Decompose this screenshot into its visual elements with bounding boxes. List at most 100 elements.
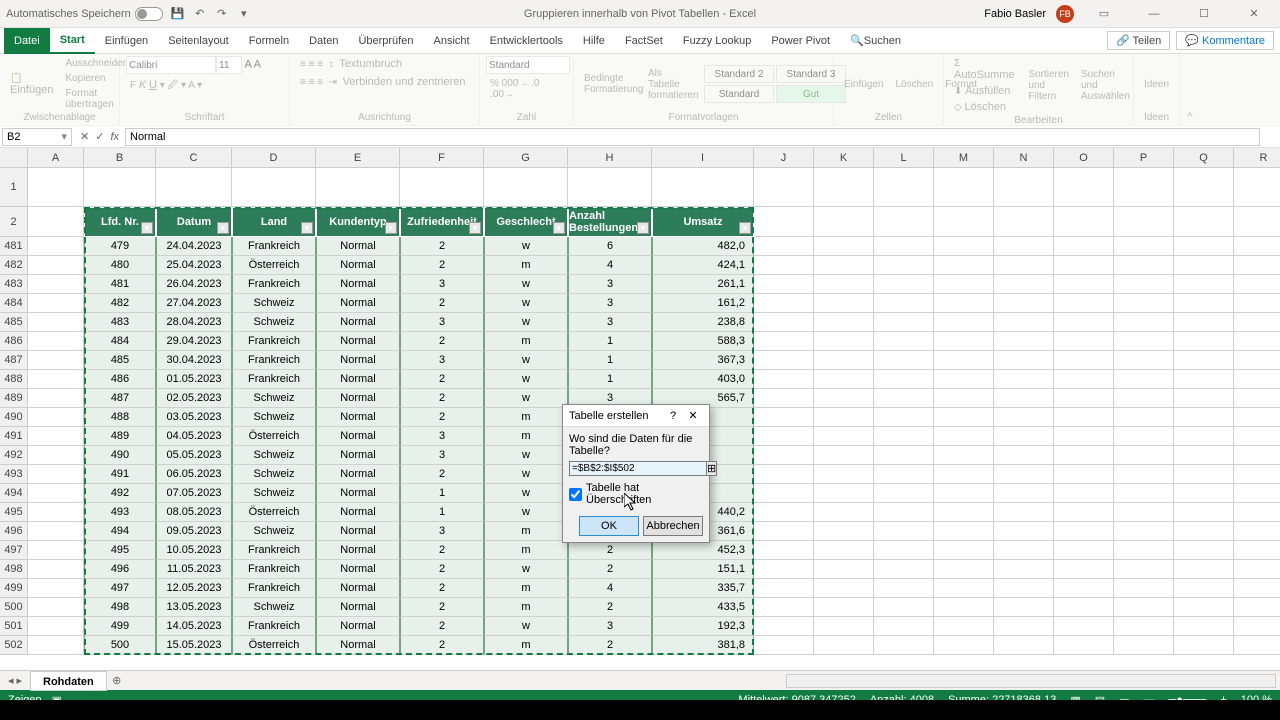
table-cell[interactable]: [28, 237, 84, 256]
tab-fuzzy[interactable]: Fuzzy Lookup: [673, 28, 761, 54]
table-cell[interactable]: [1054, 294, 1114, 313]
table-cell[interactable]: [874, 617, 934, 636]
table-cell[interactable]: [1054, 427, 1114, 446]
table-cell[interactable]: 02.05.2023: [156, 389, 232, 408]
table-cell[interactable]: [994, 370, 1054, 389]
table-cell[interactable]: [994, 408, 1054, 427]
table-cell[interactable]: 498: [84, 598, 156, 617]
table-cell[interactable]: [754, 484, 814, 503]
table-cell[interactable]: [1114, 313, 1174, 332]
table-cell[interactable]: [934, 389, 994, 408]
table-cell[interactable]: Normal: [316, 237, 400, 256]
table-cell[interactable]: [814, 313, 874, 332]
table-cell[interactable]: [28, 465, 84, 484]
col-header[interactable]: Q: [1174, 148, 1234, 168]
table-cell[interactable]: [1054, 617, 1114, 636]
table-cell[interactable]: 588,3: [652, 332, 754, 351]
table-cell[interactable]: [934, 427, 994, 446]
merge-button[interactable]: ≡ ≡ ≡ ⇥ Verbinden und zentrieren: [296, 74, 470, 90]
table-cell[interactable]: [814, 256, 874, 275]
table-cell[interactable]: [994, 427, 1054, 446]
table-cell[interactable]: 403,0: [652, 370, 754, 389]
table-cell[interactable]: [994, 503, 1054, 522]
row-header[interactable]: 485: [0, 313, 28, 332]
table-cell[interactable]: [1114, 332, 1174, 351]
table-cell[interactable]: [28, 408, 84, 427]
table-cell[interactable]: [934, 408, 994, 427]
table-cell[interactable]: [814, 332, 874, 351]
paste-button[interactable]: 📋Einfügen: [6, 71, 57, 98]
table-cell[interactable]: [934, 636, 994, 655]
table-cell[interactable]: 15.05.2023: [156, 636, 232, 655]
table-cell[interactable]: 2: [568, 598, 652, 617]
table-cell[interactable]: [1174, 275, 1234, 294]
table-cell[interactable]: Normal: [316, 598, 400, 617]
col-header[interactable]: R: [1234, 148, 1280, 168]
table-cell[interactable]: [814, 446, 874, 465]
table-cell[interactable]: 4: [568, 579, 652, 598]
table-cell[interactable]: 489: [84, 427, 156, 446]
table-cell[interactable]: m: [484, 256, 568, 275]
table-cell[interactable]: [874, 446, 934, 465]
table-cell[interactable]: [814, 237, 874, 256]
table-cell[interactable]: [934, 484, 994, 503]
dialog-titlebar[interactable]: Tabelle erstellen ? ✕: [563, 405, 709, 427]
table-cell[interactable]: [814, 427, 874, 446]
table-cell[interactable]: [1114, 465, 1174, 484]
table-cell[interactable]: [1114, 256, 1174, 275]
table-cell[interactable]: [814, 522, 874, 541]
table-cell[interactable]: 433,5: [652, 598, 754, 617]
font-size-input[interactable]: [216, 56, 242, 74]
table-cell[interactable]: [934, 351, 994, 370]
fill-button[interactable]: ⬇ Ausfüllen: [950, 83, 1020, 99]
table-cell[interactable]: [1234, 389, 1280, 408]
col-header[interactable]: P: [1114, 148, 1174, 168]
clear-button[interactable]: ◇ Löschen: [950, 99, 1020, 115]
table-cell[interactable]: Schweiz: [232, 598, 316, 617]
table-cell[interactable]: 482,0: [652, 237, 754, 256]
table-cell[interactable]: [934, 332, 994, 351]
table-cell[interactable]: 06.05.2023: [156, 465, 232, 484]
row-header[interactable]: 492: [0, 446, 28, 465]
table-cell[interactable]: 2: [400, 237, 484, 256]
undo-icon[interactable]: ↶: [193, 7, 207, 21]
tab-file[interactable]: Datei: [4, 28, 50, 54]
table-cell[interactable]: 14.05.2023: [156, 617, 232, 636]
formula-bar[interactable]: Normal: [125, 128, 1260, 146]
autosum-button[interactable]: Σ AutoSumme: [950, 56, 1020, 83]
table-cell[interactable]: [814, 294, 874, 313]
col-header[interactable]: O: [1054, 148, 1114, 168]
filter-icon[interactable]: ▾: [637, 222, 649, 234]
table-cell[interactable]: 481: [84, 275, 156, 294]
table-cell[interactable]: [934, 465, 994, 484]
col-header[interactable]: N: [994, 148, 1054, 168]
table-cell[interactable]: Normal: [316, 294, 400, 313]
table-cell[interactable]: [28, 484, 84, 503]
maximize-icon[interactable]: ☐: [1184, 0, 1224, 28]
table-cell[interactable]: Normal: [316, 465, 400, 484]
table-cell[interactable]: [874, 541, 934, 560]
table-cell[interactable]: [754, 522, 814, 541]
table-cell[interactable]: Normal: [316, 351, 400, 370]
table-cell[interactable]: [754, 636, 814, 655]
col-header[interactable]: F: [400, 148, 484, 168]
table-cell[interactable]: [1174, 636, 1234, 655]
sort-filter-button[interactable]: Sortieren und Filtern: [1024, 67, 1073, 104]
redo-icon[interactable]: ↷: [215, 7, 229, 21]
filter-icon[interactable]: ▾: [553, 222, 565, 234]
table-cell[interactable]: [994, 617, 1054, 636]
table-cell[interactable]: Schweiz: [232, 465, 316, 484]
table-cell[interactable]: [814, 503, 874, 522]
row-header[interactable]: 484: [0, 294, 28, 313]
row-header[interactable]: 491: [0, 427, 28, 446]
table-cell[interactable]: 238,8: [652, 313, 754, 332]
table-cell[interactable]: Normal: [316, 313, 400, 332]
table-cell[interactable]: [934, 237, 994, 256]
table-cell[interactable]: [1054, 560, 1114, 579]
table-cell[interactable]: [1234, 351, 1280, 370]
table-cell[interactable]: 488: [84, 408, 156, 427]
table-cell[interactable]: [1114, 389, 1174, 408]
table-cell[interactable]: Normal: [316, 370, 400, 389]
tab-formulas[interactable]: Formeln: [239, 28, 299, 54]
table-cell[interactable]: [814, 370, 874, 389]
